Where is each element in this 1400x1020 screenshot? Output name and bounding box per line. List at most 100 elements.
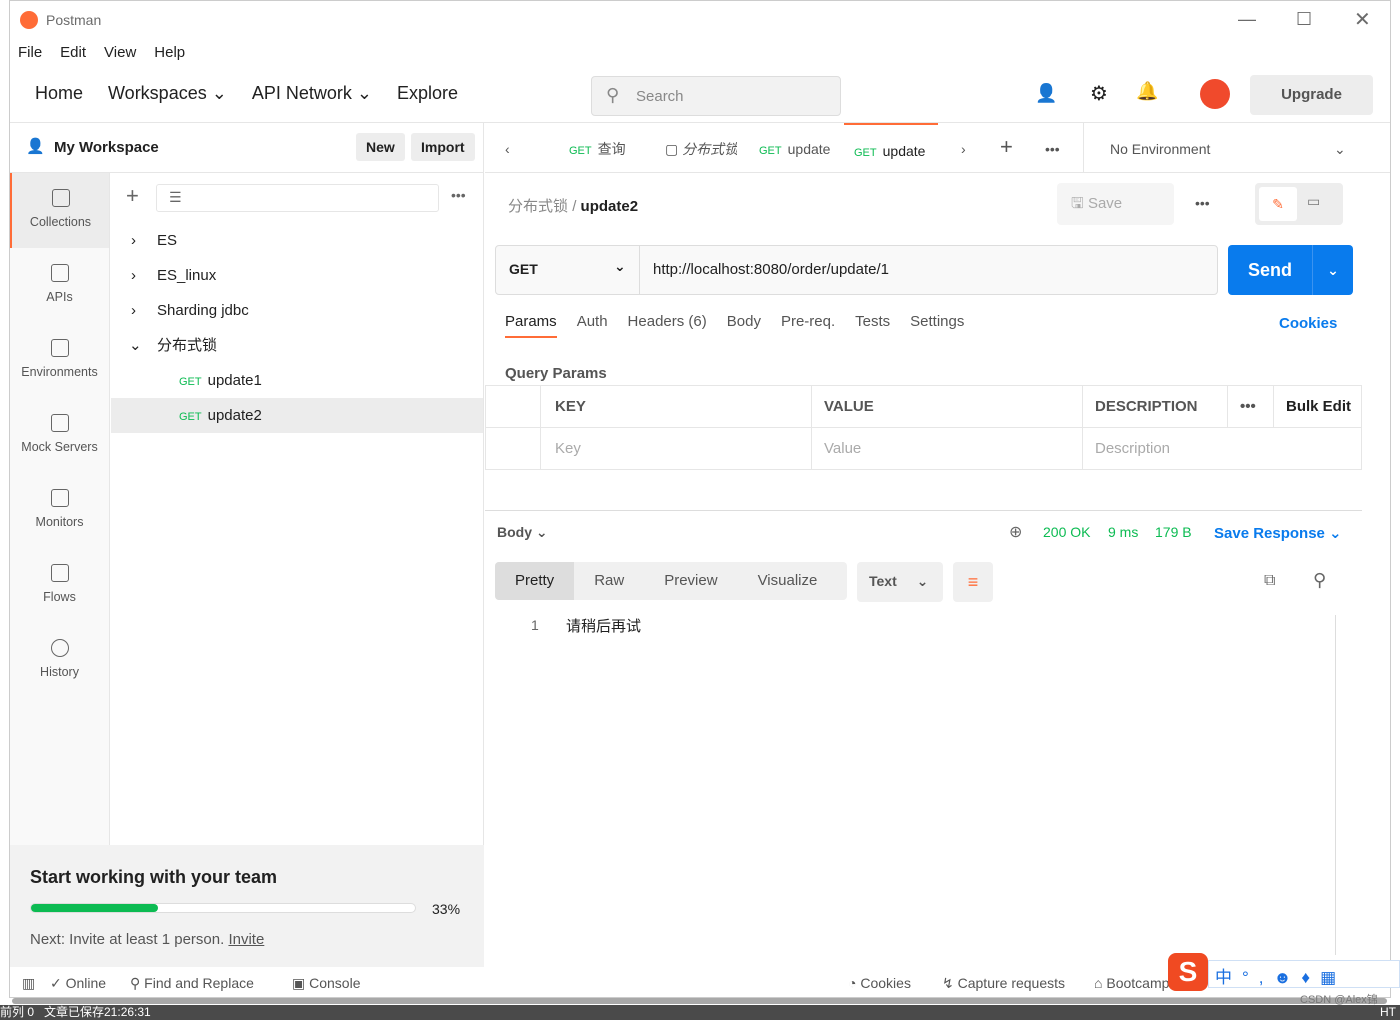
- key-input[interactable]: Key: [540, 427, 812, 470]
- bootcamp-button[interactable]: ⌂ Bootcamp: [1094, 975, 1169, 991]
- save-button[interactable]: 🖫 Save: [1057, 183, 1174, 225]
- horizontal-scrollbar[interactable]: [12, 998, 1387, 1004]
- new-tab-icon[interactable]: +: [1000, 123, 1013, 173]
- edit-icon[interactable]: ✎: [1259, 187, 1297, 221]
- body-label: Body: [497, 524, 532, 540]
- tabs-prev-icon[interactable]: ‹: [505, 123, 510, 173]
- workspace-name[interactable]: My Workspace: [54, 139, 159, 156]
- bulk-edit-button[interactable]: Bulk Edit: [1273, 385, 1362, 428]
- description-input[interactable]: Description: [1082, 427, 1362, 470]
- more-icon[interactable]: •••: [451, 187, 466, 203]
- sidebar-item-flows[interactable]: Flows: [10, 548, 109, 623]
- copy-icon[interactable]: ⧉: [1264, 572, 1275, 590]
- tree-item[interactable]: › ES_linux: [111, 258, 483, 293]
- format-select[interactable]: Text ⌄: [857, 562, 943, 602]
- sidebar-item-history[interactable]: History: [10, 623, 109, 698]
- response-size[interactable]: 179 B: [1155, 524, 1192, 540]
- send-dropdown-icon[interactable]: ⌄: [1312, 245, 1353, 295]
- response-status[interactable]: 200 OK: [1043, 524, 1090, 540]
- tree-request[interactable]: GET update1: [111, 363, 483, 398]
- search-response-icon[interactable]: ⚲: [1313, 570, 1326, 591]
- tab[interactable]: GET 查询: [569, 123, 626, 173]
- invite-link[interactable]: Invite: [228, 931, 264, 948]
- sogou-ime-icon[interactable]: S: [1168, 953, 1208, 991]
- body-select[interactable]: Body ⌄: [497, 524, 548, 541]
- sidebar-rail: Collections APIs Environments Mock Serve…: [10, 173, 110, 845]
- tab-raw[interactable]: Raw: [574, 562, 644, 600]
- params-table: KEY VALUE DESCRIPTION ••• Bulk Edit Key Value…: [485, 385, 1362, 470]
- menu-edit[interactable]: Edit: [60, 44, 86, 61]
- tab-tests[interactable]: Tests: [855, 313, 890, 338]
- breadcrumb-current[interactable]: update2: [581, 198, 639, 215]
- sidebar-item-apis[interactable]: APIs: [10, 248, 109, 323]
- sidebar-toggle-icon[interactable]: ▥: [22, 975, 35, 992]
- tab-body[interactable]: Body: [727, 313, 761, 338]
- response-body[interactable]: 请稍后再试: [566, 615, 641, 636]
- breadcrumb-parent[interactable]: 分布式锁: [508, 198, 568, 215]
- find-replace-button[interactable]: ⚲ Find and Replace: [130, 975, 254, 992]
- method-select[interactable]: GET ⌄: [496, 246, 640, 294]
- nav-api-network[interactable]: API Network ⌄: [252, 83, 372, 104]
- cookies-button[interactable]: ◔ Cookies: [848, 975, 911, 991]
- minimize-icon[interactable]: —: [1238, 9, 1256, 30]
- tab-visualize[interactable]: Visualize: [738, 562, 838, 600]
- sidebar-item-monitors[interactable]: Monitors: [10, 473, 109, 548]
- environment-select[interactable]: No Environment ⌄: [1083, 123, 1363, 173]
- sidebar-item-environments[interactable]: Environments: [10, 323, 109, 398]
- close-icon[interactable]: ✕: [1354, 7, 1371, 32]
- more-icon[interactable]: •••: [1195, 195, 1210, 211]
- tab-settings[interactable]: Settings: [910, 313, 964, 338]
- sidebar-item-collections[interactable]: Collections: [10, 173, 109, 248]
- wrap-lines-icon[interactable]: ≡: [953, 562, 993, 602]
- cookies-link[interactable]: Cookies: [1279, 315, 1337, 332]
- tab-pre-request[interactable]: Pre-req.: [781, 313, 835, 338]
- search-input[interactable]: ⚲ Search: [591, 76, 841, 116]
- nav-workspaces[interactable]: Workspaces ⌄: [108, 83, 227, 104]
- tabs-more-icon[interactable]: •••: [1045, 123, 1060, 173]
- progress-label: 33%: [432, 901, 461, 917]
- import-button[interactable]: Import: [411, 133, 475, 161]
- avatar[interactable]: [1200, 79, 1230, 109]
- invite-user-icon[interactable]: 👤: [1035, 83, 1057, 104]
- nav-explore[interactable]: Explore: [397, 83, 458, 104]
- nav-home[interactable]: Home: [35, 83, 83, 104]
- tabs-next-icon[interactable]: ›: [961, 123, 966, 173]
- menu-file[interactable]: File: [18, 44, 42, 61]
- menu-view[interactable]: View: [104, 44, 136, 61]
- tab-active[interactable]: GET update: [844, 123, 938, 173]
- gear-icon[interactable]: ⚙: [1090, 81, 1108, 106]
- tab-headers[interactable]: Headers (6): [628, 313, 707, 338]
- upgrade-button[interactable]: Upgrade: [1250, 75, 1373, 115]
- save-response-button[interactable]: Save Response ⌄: [1214, 524, 1342, 542]
- bell-icon[interactable]: 🔔: [1136, 81, 1158, 102]
- capture-requests-button[interactable]: ↯ Capture requests: [942, 975, 1065, 992]
- filter-input[interactable]: ☰: [156, 184, 439, 212]
- tab-params[interactable]: Params: [505, 313, 557, 338]
- sidebar-item-mock-servers[interactable]: Mock Servers: [10, 398, 109, 473]
- col-key: KEY: [540, 385, 812, 428]
- menu-help[interactable]: Help: [154, 44, 185, 61]
- tree-request-selected[interactable]: GET update2: [111, 398, 483, 433]
- add-collection-icon[interactable]: +: [126, 183, 139, 209]
- ime-toolbar[interactable]: 中°,☻♦▦: [1208, 960, 1400, 988]
- tab-pretty[interactable]: Pretty: [495, 562, 575, 600]
- send-button[interactable]: Send ⌄: [1228, 245, 1353, 295]
- tree-item[interactable]: ⌄ 分布式锁: [111, 328, 483, 363]
- online-status[interactable]: ✓ Online: [50, 975, 106, 992]
- tree-item[interactable]: › ES: [111, 223, 483, 258]
- more-icon[interactable]: •••: [1227, 385, 1274, 428]
- tab-preview[interactable]: Preview: [644, 562, 737, 600]
- url-input[interactable]: http://localhost:8080/order/update/1: [653, 261, 889, 278]
- maximize-icon[interactable]: ☐: [1296, 9, 1312, 30]
- tree-item[interactable]: › Sharding jdbc: [111, 293, 483, 328]
- new-button[interactable]: New: [356, 133, 405, 161]
- response-time[interactable]: 9 ms: [1108, 524, 1138, 540]
- console-button[interactable]: ▣ Console: [292, 975, 361, 992]
- tab[interactable]: ▢ 分布式锁: [665, 123, 737, 173]
- value-input[interactable]: Value: [811, 427, 1083, 470]
- tab[interactable]: GET update: [759, 123, 830, 173]
- comment-icon[interactable]: ▭: [1307, 193, 1320, 210]
- tab-auth[interactable]: Auth: [577, 313, 608, 338]
- scrollbar[interactable]: [1335, 615, 1336, 955]
- search-icon: ⚲: [606, 85, 620, 105]
